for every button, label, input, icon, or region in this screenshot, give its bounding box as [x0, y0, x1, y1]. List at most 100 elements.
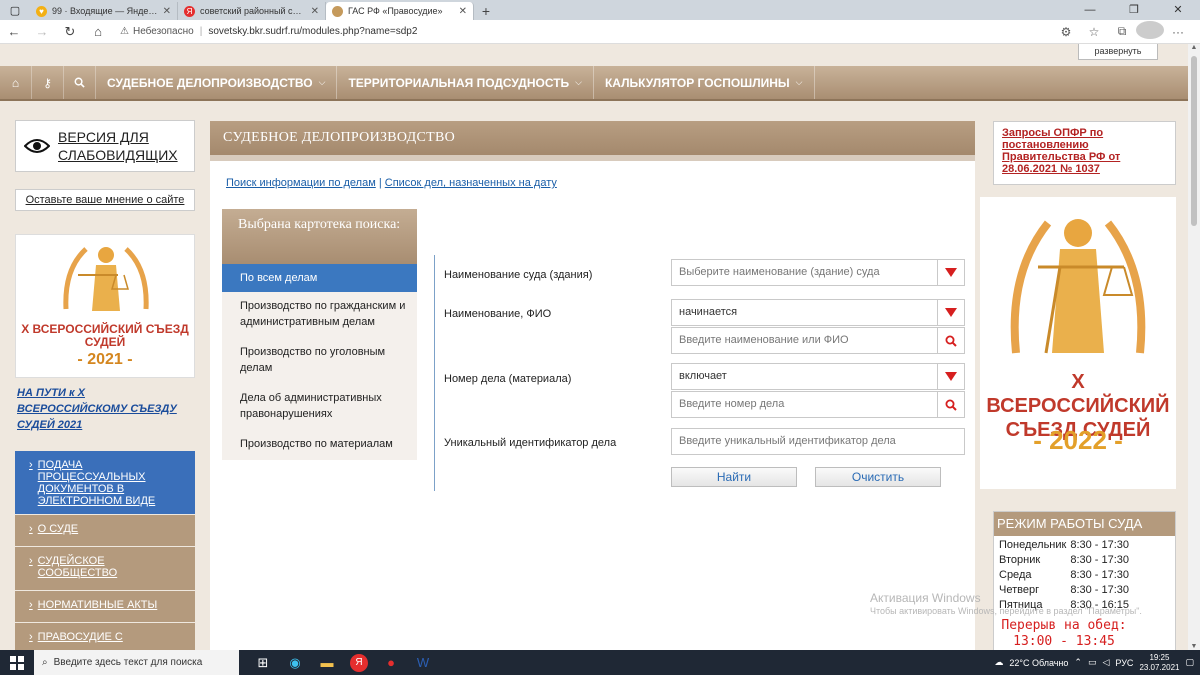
- catalog-item-materials[interactable]: Производство по материалам: [222, 430, 417, 460]
- low-vision-label: ВЕРСИЯ ДЛЯ СЛАБОВИДЯЩИХ: [58, 129, 178, 163]
- search-icon[interactable]: [937, 392, 964, 417]
- notifications-icon[interactable]: ▢: [1185, 657, 1194, 668]
- case-search-link[interactable]: Поиск информации по делам: [226, 177, 376, 189]
- profile-avatar[interactable]: [1136, 21, 1164, 42]
- expand-button[interactable]: развернуть: [1078, 44, 1158, 60]
- scroll-down-icon[interactable]: ▼: [1188, 643, 1200, 650]
- taskbar-search[interactable]: ⌕ Введите здесь текст для поиска: [34, 650, 239, 675]
- feedback-link[interactable]: Оставьте ваше мнение о сайте: [15, 189, 195, 211]
- address-bar[interactable]: ⚠ Небезопасно | sovetsky.bkr.sudrf.ru/mo…: [120, 26, 1052, 37]
- collections-icon[interactable]: ⧉: [1108, 24, 1136, 39]
- maximize-icon[interactable]: ❐: [1112, 0, 1156, 20]
- catalog-item-admin-offenses[interactable]: Дела об административных правонарушениях: [222, 384, 417, 430]
- task-view-icon[interactable]: ⊞: [247, 655, 279, 671]
- windows-start-icon[interactable]: [0, 655, 34, 670]
- table-row: Среда 8:30 - 17:30: [997, 568, 1131, 583]
- yandex-icon[interactable]: Я: [350, 653, 368, 672]
- tab-close-icon[interactable]: ✕: [311, 6, 319, 17]
- window-controls: — ❐ ✕: [1068, 0, 1200, 20]
- new-tab-button[interactable]: +: [474, 2, 498, 20]
- opfr-requests-link[interactable]: Запросы ОПФР по постановлению Правительс…: [993, 121, 1176, 185]
- eye-icon: [16, 138, 58, 154]
- catalog-item-civil[interactable]: Производство по гражданским и администра…: [222, 292, 417, 338]
- nav-fee-calculator[interactable]: КАЛЬКУЛЯТОР ГОСПОШЛИНЫ ⌵: [594, 66, 815, 99]
- key-icon[interactable]: ⚷: [32, 66, 64, 99]
- court-select[interactable]: Выберите наименование (здание) суда: [671, 259, 965, 286]
- find-button[interactable]: Найти: [671, 467, 797, 487]
- catalog-item-criminal[interactable]: Производство по уголовным делам: [222, 338, 417, 384]
- congress-year: - 2021 -: [77, 351, 133, 368]
- panel-title-shadow: [210, 155, 975, 161]
- nav-case-management[interactable]: СУДЕБНОЕ ДЕЛОПРОИЗВОДСТВО ⌵: [96, 66, 338, 99]
- clear-button[interactable]: Очистить: [815, 467, 941, 487]
- menu-item-regulations[interactable]: › НОРМАТИВНЫЕ АКТЫ: [15, 590, 195, 622]
- tab-yandex-search[interactable]: Я советский районный суд уфы — ✕: [178, 2, 326, 20]
- tab-close-icon[interactable]: ✕: [163, 6, 171, 17]
- security-label[interactable]: Небезопасно: [133, 26, 194, 37]
- file-explorer-icon[interactable]: ▬: [311, 655, 343, 670]
- network-icon[interactable]: ▭: [1088, 657, 1097, 668]
- volume-icon[interactable]: ◁: [1102, 657, 1109, 668]
- menu-item-e-filing[interactable]: › ПОДАЧА ПРОЦЕССУАЛЬНЫХ ДОКУМЕНТОВ В ЭЛЕК…: [15, 450, 195, 514]
- window-menu-icon[interactable]: ▢: [0, 0, 30, 20]
- tray-arrow-icon[interactable]: ⌃: [1074, 657, 1082, 668]
- menu-item-about[interactable]: › О СУДЕ: [15, 514, 195, 546]
- favorites-icon[interactable]: ☆: [1080, 25, 1108, 39]
- windows-activation-watermark: Активация Windows Чтобы активировать Win…: [870, 592, 1142, 618]
- word-icon[interactable]: W: [407, 655, 439, 670]
- catalog-item-all[interactable]: По всем делам: [222, 264, 417, 292]
- name-placeholder: Введите наименование или ФИО: [679, 334, 849, 346]
- congress-2021-banner[interactable]: X ВСЕРОССИЙСКИЙ СЪЕЗД СУДЕЙ - 2021 -: [15, 234, 195, 378]
- nav-jurisdiction[interactable]: ТЕРРИТОРИАЛЬНАЯ ПОДСУДНОСТЬ ⌵: [337, 66, 594, 99]
- nav-label: ТЕРРИТОРИАЛЬНАЯ ПОДСУДНОСТЬ: [348, 75, 570, 90]
- uid-input[interactable]: Введите уникальный идентификатор дела: [671, 428, 965, 455]
- case-mode-select[interactable]: включает: [671, 363, 965, 390]
- case-number-input[interactable]: Введите номер дела: [671, 391, 965, 418]
- menu-item-justice[interactable]: › ПРАВОСУДИЕ С: [15, 622, 195, 650]
- language-indicator[interactable]: РУС: [1115, 658, 1133, 668]
- low-vision-button[interactable]: ВЕРСИЯ ДЛЯ СЛАБОВИДЯЩИХ: [15, 120, 195, 172]
- warning-icon[interactable]: ⚠: [120, 26, 129, 37]
- clock[interactable]: 19:25 23.07.2021: [1139, 653, 1179, 673]
- page-scrollbar[interactable]: ▲ ▼: [1188, 44, 1200, 650]
- forward-icon[interactable]: →: [28, 24, 56, 39]
- menu-item-label: ПРАВОСУДИЕ С: [37, 631, 123, 643]
- schedule-hours: 8:30 - 17:30: [1070, 569, 1130, 581]
- tab-title: советский районный суд уфы —: [200, 6, 306, 16]
- dropdown-arrow-icon[interactable]: [937, 300, 964, 325]
- more-icon[interactable]: ···: [1164, 25, 1192, 39]
- tab-mail[interactable]: ♥ 99 · Входящие — Яндекс.Почта ✕: [30, 2, 178, 20]
- extension-icon[interactable]: ⚙: [1052, 25, 1080, 39]
- case-list-link[interactable]: Список дел, назначенных на дату: [385, 177, 557, 189]
- edge-icon[interactable]: ◉: [279, 655, 311, 671]
- name-mode-select[interactable]: начинается: [671, 299, 965, 326]
- name-mode-value: начинается: [679, 306, 738, 318]
- congress-2022-banner[interactable]: X ВСЕРОССИЙСКИЙ СЪЕЗД СУДЕЙ - 2022 -: [980, 197, 1176, 489]
- back-icon[interactable]: ←: [0, 24, 28, 39]
- scrollbar-thumb[interactable]: [1191, 56, 1197, 226]
- clock-time: 19:25: [1149, 652, 1170, 662]
- url-text[interactable]: sovetsky.bkr.sudrf.ru/modules.php?name=s…: [208, 26, 417, 37]
- close-window-icon[interactable]: ✕: [1156, 0, 1200, 20]
- home-nav-icon[interactable]: ⌂: [0, 66, 32, 99]
- search-icon[interactable]: [937, 328, 964, 353]
- dropdown-arrow-icon[interactable]: [937, 260, 964, 285]
- chevron-down-icon: ⌵: [795, 77, 803, 87]
- search-nav-icon[interactable]: [64, 66, 96, 99]
- chevron-right-icon: ›: [29, 459, 33, 471]
- case-mode-value: включает: [679, 370, 727, 382]
- refresh-icon[interactable]: ↻: [56, 24, 84, 40]
- path-to-congress-link[interactable]: НА ПУТИ к X ВСЕРОССИЙСКОМУ СЪЕЗДУ СУДЕЙ …: [17, 385, 197, 433]
- dropdown-arrow-icon[interactable]: [937, 364, 964, 389]
- watermark-subtitle: Чтобы активировать Windows, перейдите в …: [870, 606, 1142, 616]
- weather-text[interactable]: 22°C Облачно: [1009, 658, 1068, 668]
- minimize-icon[interactable]: —: [1068, 0, 1112, 20]
- yandex-browser-icon[interactable]: ●: [375, 655, 407, 670]
- name-input[interactable]: Введите наименование или ФИО: [671, 327, 965, 354]
- tab-close-icon[interactable]: ✕: [459, 6, 467, 17]
- scroll-up-icon[interactable]: ▲: [1188, 44, 1200, 51]
- weather-icon[interactable]: ☁: [994, 657, 1003, 668]
- home-icon[interactable]: ⌂: [84, 24, 112, 39]
- tab-sudrf[interactable]: ГАС РФ «Правосудие» ✕: [326, 2, 474, 20]
- menu-item-judges[interactable]: › СУДЕЙСКОЕ СООБЩЕСТВО: [15, 546, 195, 590]
